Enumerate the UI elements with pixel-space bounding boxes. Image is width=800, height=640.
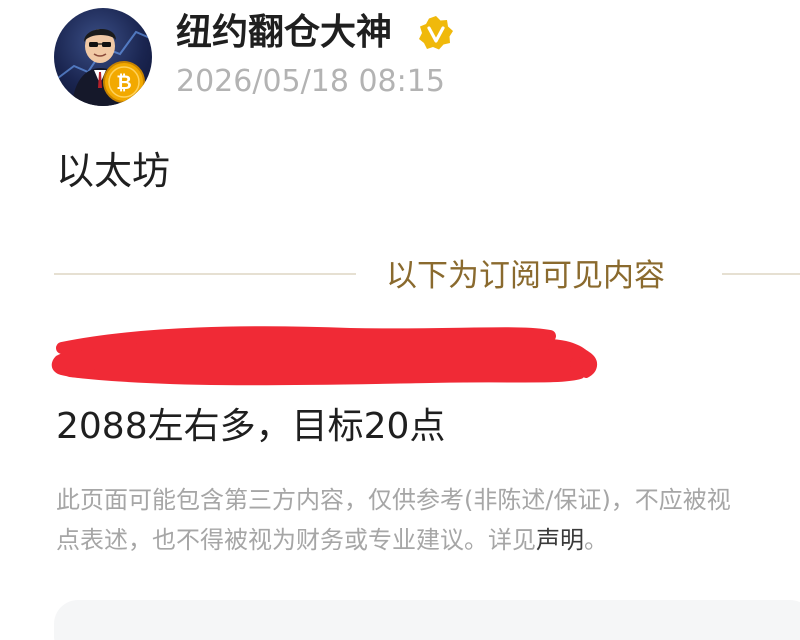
- disclaimer-text: 此页面可能包含第三方内容，仅供参考(非陈述/保证)，不应被视 点表述，也不得被视…: [56, 480, 800, 560]
- svg-text:₿: ₿: [116, 72, 131, 94]
- divider-line-left: [54, 273, 356, 275]
- post-body-text: 2088左右多，目标20点: [56, 406, 446, 447]
- disclaimer-link[interactable]: 声明: [536, 526, 584, 554]
- divider-line-right: [722, 273, 800, 275]
- author-avatar[interactable]: ₿: [54, 8, 152, 106]
- disclaimer-line-2-end: 。: [584, 526, 608, 554]
- redaction-scribble: [51, 326, 597, 386]
- disclaimer-line-2-text: 点表述，也不得被视为财务或专业建议。详见: [56, 526, 536, 554]
- avatar-man-with-bitcoin-icon: ₿: [57, 28, 151, 106]
- disclaimer-line-1: 此页面可能包含第三方内容，仅供参考(非陈述/保证)，不应被视: [56, 486, 731, 514]
- post-timestamp: 2026/05/18 08:15: [176, 64, 445, 99]
- bottom-card[interactable]: [54, 600, 800, 640]
- author-name[interactable]: 纽约翻仓大神: [176, 10, 392, 56]
- post-title: 以太坊: [56, 149, 171, 193]
- post-page: ₿ 纽约翻仓大神 2026/05/18 08:15 以太坊 以下为订阅可见内容 …: [0, 0, 800, 640]
- verified-badge-icon: [419, 16, 453, 50]
- subscriber-content-divider: 以下为订阅可见内容: [386, 258, 665, 294]
- disclaimer-line-2: 点表述，也不得被视为财务或专业建议。详见声明。: [56, 520, 800, 560]
